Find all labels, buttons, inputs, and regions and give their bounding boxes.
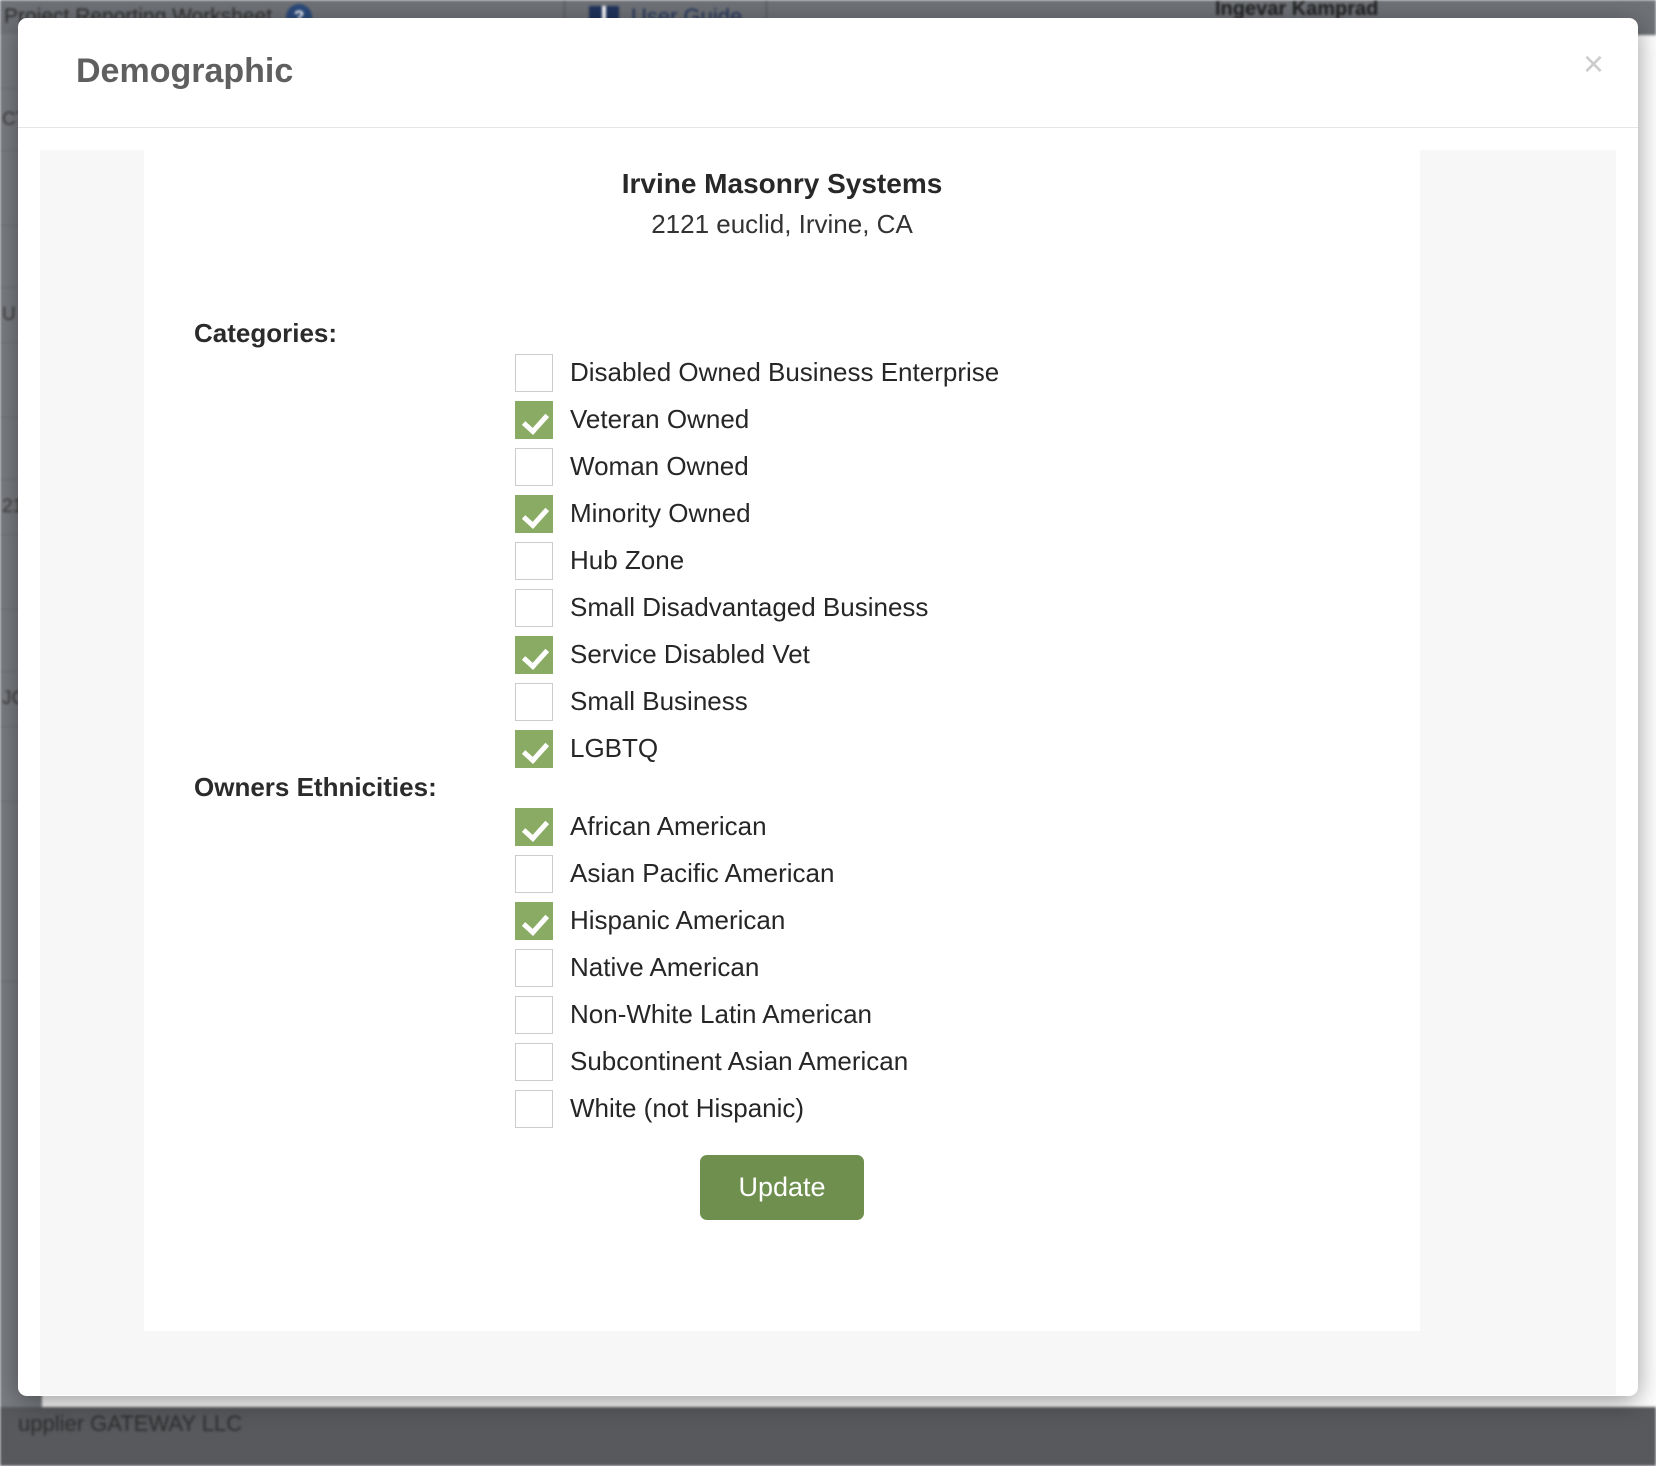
company-address: 2121 euclid, Irvine, CA [651,209,913,239]
demographic-modal: Demographic × Irvine Masonry Systems 212… [18,18,1638,1396]
ethnicities-checkbox-list: African American Asian Pacific American Hi… [144,803,1420,1132]
ethnicity-checkbox[interactable] [515,854,553,893]
ethnicity-row[interactable]: Native American [144,944,1420,991]
category-label: Disabled Owned Business Enterprise [570,357,1000,387]
ethnicity-checkbox[interactable] [515,948,553,987]
category-label: Service Disabled Vet [570,639,810,669]
category-row[interactable]: Hub Zone [144,537,1420,584]
category-checkbox[interactable] [515,494,553,533]
category-label: Minority Owned [570,498,751,528]
ethnicity-label: Non-White Latin American [570,999,873,1029]
modal-header: Demographic × [18,18,1638,128]
ethnicity-row[interactable]: Non-White Latin American [144,991,1420,1038]
category-label: Small Business [570,686,748,716]
category-row[interactable]: Service Disabled Vet [144,631,1420,678]
background-footer-text: upplier GATEWAY LLC [18,1411,243,1436]
panel-shade-left [40,150,144,1395]
category-label: Hub Zone [570,545,685,575]
category-checkbox[interactable] [515,353,553,392]
panel-shade-right [1420,150,1616,1395]
category-row[interactable]: LGBTQ [144,725,1420,772]
category-row[interactable]: Disabled Owned Business Enterprise [144,349,1420,396]
ethnicity-checkbox[interactable] [515,1042,553,1081]
category-checkbox[interactable] [515,682,553,721]
category-label: LGBTQ [570,733,659,763]
close-icon[interactable]: × [1583,46,1604,82]
category-row[interactable]: Woman Owned [144,443,1420,490]
category-row[interactable]: Veteran Owned [144,396,1420,443]
ethnicity-row[interactable]: Subcontinent Asian American [144,1038,1420,1085]
ethnicity-label: Hispanic American [570,905,786,935]
ethnicity-label: Asian Pacific American [570,858,835,888]
categories-section-label: Categories: [194,318,338,348]
category-label: Small Disadvantaged Business [570,592,929,622]
demographic-form-panel: Irvine Masonry Systems 2121 euclid, Irvi… [144,150,1420,1331]
ethnicity-checkbox[interactable] [515,807,553,846]
ethnicity-row[interactable]: African American [144,803,1420,850]
category-label: Veteran Owned [570,404,750,434]
category-label: Woman Owned [570,451,749,481]
ethnicity-checkbox[interactable] [515,995,553,1034]
category-checkbox[interactable] [515,588,553,627]
update-button[interactable]: Update [700,1155,864,1220]
category-row[interactable]: Small Disadvantaged Business [144,584,1420,631]
category-checkbox[interactable] [515,635,553,674]
ethnicity-row[interactable]: Asian Pacific American [144,850,1420,897]
panel-shade-bottom [40,1331,1616,1395]
background-footer: upplier GATEWAY LLC [0,1407,1656,1466]
ethnicity-label: Subcontinent Asian American [570,1046,909,1076]
ethnicity-label: African American [570,811,767,841]
company-name: Irvine Masonry Systems [621,168,943,199]
ethnicity-row[interactable]: Hispanic American [144,897,1420,944]
ethnicities-section-label: Owners Ethnicities: [194,772,437,802]
ethnicity-checkbox[interactable] [515,1089,553,1128]
ethnicity-label: Native American [570,952,760,982]
modal-title: Demographic [76,52,294,90]
category-row[interactable]: Minority Owned [144,490,1420,537]
category-row[interactable]: Small Business [144,678,1420,725]
background-cell-text: U [2,304,16,325]
categories-checkbox-list: Disabled Owned Business Enterprise Vetera… [144,349,1420,772]
category-checkbox[interactable] [515,541,553,580]
update-button-row: Update [144,1155,1420,1220]
category-checkbox[interactable] [515,400,553,439]
category-checkbox[interactable] [515,447,553,486]
modal-body: Irvine Masonry Systems 2121 euclid, Irvi… [18,128,1638,1395]
ethnicity-label: White (not Hispanic) [570,1093,805,1123]
ethnicity-row[interactable]: White (not Hispanic) [144,1085,1420,1132]
ethnicity-checkbox[interactable] [515,901,553,940]
category-checkbox[interactable] [515,729,553,768]
